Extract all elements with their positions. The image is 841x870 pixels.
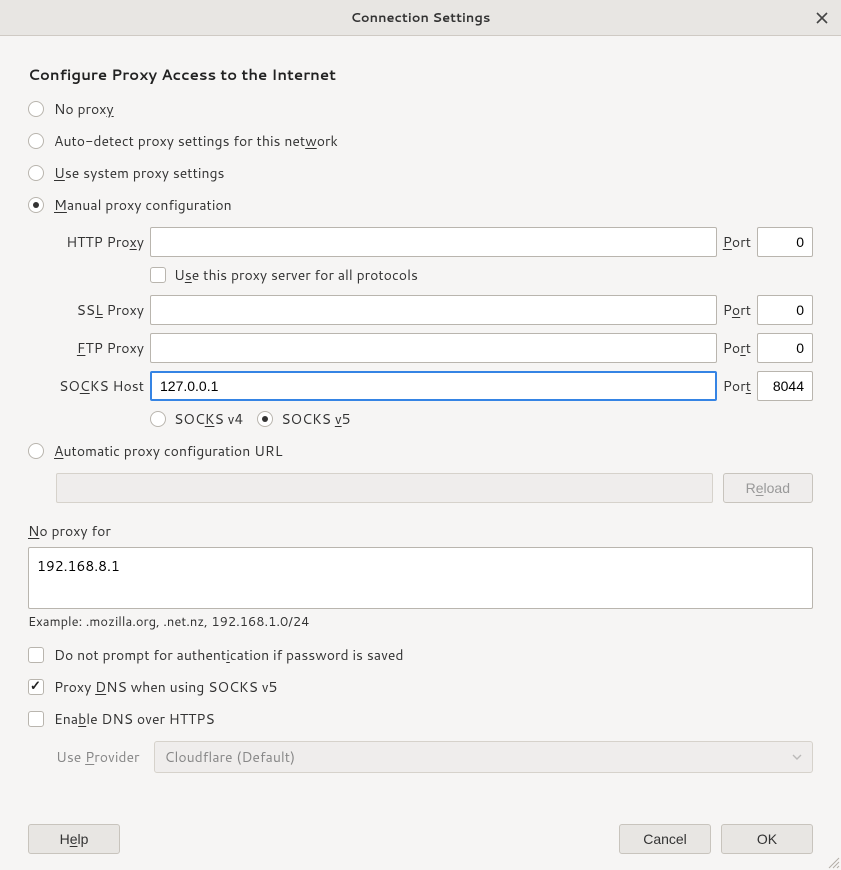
resize-grip-icon[interactable] xyxy=(825,854,841,870)
cancel-button[interactable]: Cancel xyxy=(619,824,711,854)
enable-doh-checkbox[interactable] xyxy=(28,711,44,727)
doh-provider-select: Cloudflare (Default) xyxy=(154,741,813,773)
dialog-content: Configure Proxy Access to the Internet N… xyxy=(0,36,841,870)
enable-doh-label: Enable DNS over HTTPS xyxy=(54,709,215,729)
radio-auto-detect-input[interactable] xyxy=(28,133,44,149)
use-all-protocols-label: Use this proxy server for all protocols xyxy=(174,265,418,285)
doh-provider-label: Use Provider xyxy=(56,747,140,767)
close-icon xyxy=(816,12,828,24)
ftp-proxy-label: FTP Proxy xyxy=(56,338,144,358)
doh-provider-row: Use Provider Cloudflare (Default) xyxy=(56,741,813,773)
radio-no-proxy[interactable]: No proxy xyxy=(28,99,813,119)
dialog-title: Connection Settings xyxy=(0,9,841,27)
socks-v5-radio[interactable] xyxy=(257,411,273,427)
radio-no-proxy-label: No proxy xyxy=(54,99,114,119)
proxy-dns-checkbox[interactable] xyxy=(28,679,44,695)
http-proxy-row: HTTP Proxy Port xyxy=(56,227,813,257)
titlebar: Connection Settings xyxy=(0,0,841,36)
radio-pac-url-label: Automatic proxy configuration URL xyxy=(54,441,282,461)
ok-button[interactable]: OK xyxy=(721,824,813,854)
radio-no-proxy-input[interactable] xyxy=(28,101,44,117)
radio-auto-detect-label: Auto-detect proxy settings for this netw… xyxy=(54,131,338,151)
doh-provider-selected: Cloudflare (Default) xyxy=(165,747,296,767)
ftp-proxy-row: FTP Proxy Port xyxy=(56,333,813,363)
pac-url-input xyxy=(56,473,713,503)
proxy-dns-row[interactable]: Proxy DNS when using SOCKS v5 xyxy=(28,677,813,697)
radio-system-proxy[interactable]: Use system proxy settings xyxy=(28,163,813,183)
socks-host-label: SOCKS Host xyxy=(56,376,144,396)
radio-manual-proxy-input[interactable] xyxy=(28,197,44,213)
enable-doh-row[interactable]: Enable DNS over HTTPS xyxy=(28,709,813,729)
radio-auto-detect[interactable]: Auto-detect proxy settings for this netw… xyxy=(28,131,813,151)
socks-v4-label: SOCKS v4 xyxy=(174,409,243,429)
no-prompt-auth-checkbox[interactable] xyxy=(28,647,44,663)
help-button[interactable]: Help xyxy=(28,824,120,854)
ssl-proxy-port-input[interactable] xyxy=(757,295,813,325)
socks-port-input[interactable] xyxy=(757,371,813,401)
http-proxy-port-input[interactable] xyxy=(757,227,813,257)
socks-v4-radio[interactable] xyxy=(150,411,166,427)
ssl-proxy-label: SSL Proxy xyxy=(56,300,144,320)
radio-manual-proxy[interactable]: Manual proxy configuration xyxy=(28,195,813,215)
ftp-proxy-port-input[interactable] xyxy=(757,333,813,363)
radio-pac-url[interactable]: Automatic proxy configuration URL xyxy=(28,441,813,461)
socks-v4-option[interactable]: SOCKS v4 xyxy=(150,409,243,429)
socks-version-row: SOCKS v4 SOCKS v5 xyxy=(150,409,813,429)
radio-pac-url-input[interactable] xyxy=(28,443,44,459)
radio-system-proxy-input[interactable] xyxy=(28,165,44,181)
socks-host-row: SOCKS Host Port xyxy=(56,371,813,401)
manual-proxy-section: HTTP Proxy Port Use this proxy server fo… xyxy=(56,227,813,441)
socks-host-input[interactable] xyxy=(150,371,717,401)
http-port-label: Port xyxy=(723,232,751,252)
http-proxy-label: HTTP Proxy xyxy=(56,232,144,252)
radio-system-proxy-label: Use system proxy settings xyxy=(54,163,225,183)
no-proxy-example: Example: .mozilla.org, .net.nz, 192.168.… xyxy=(28,613,813,631)
use-all-protocols-checkbox[interactable] xyxy=(150,267,166,283)
use-all-protocols-row: Use this proxy server for all protocols xyxy=(150,265,813,285)
chevron-down-icon xyxy=(792,752,802,762)
no-prompt-auth-label: Do not prompt for authentication if pass… xyxy=(54,645,404,665)
no-proxy-textarea[interactable]: 192.168.8.1 xyxy=(28,547,813,609)
ssl-proxy-row: SSL Proxy Port xyxy=(56,295,813,325)
pac-row: Reload xyxy=(56,473,813,503)
ftp-port-label: Port xyxy=(723,338,751,358)
radio-manual-proxy-label: Manual proxy configuration xyxy=(54,195,232,215)
dialog-footer: Help Cancel OK xyxy=(28,808,813,854)
socks-v5-option[interactable]: SOCKS v5 xyxy=(257,409,350,429)
page-heading: Configure Proxy Access to the Internet xyxy=(28,64,813,85)
ssl-port-label: Port xyxy=(723,300,751,320)
http-proxy-host-input[interactable] xyxy=(150,227,717,257)
ssl-proxy-host-input[interactable] xyxy=(150,295,717,325)
proxy-dns-label: Proxy DNS when using SOCKS v5 xyxy=(54,677,277,697)
no-prompt-auth-row[interactable]: Do not prompt for authentication if pass… xyxy=(28,645,813,665)
socks-port-label: Port xyxy=(723,376,751,396)
no-proxy-label: No proxy for xyxy=(28,521,813,541)
socks-v5-label: SOCKS v5 xyxy=(281,409,350,429)
ftp-proxy-host-input[interactable] xyxy=(150,333,717,363)
close-button[interactable] xyxy=(811,7,833,29)
reload-button: Reload xyxy=(723,473,813,503)
